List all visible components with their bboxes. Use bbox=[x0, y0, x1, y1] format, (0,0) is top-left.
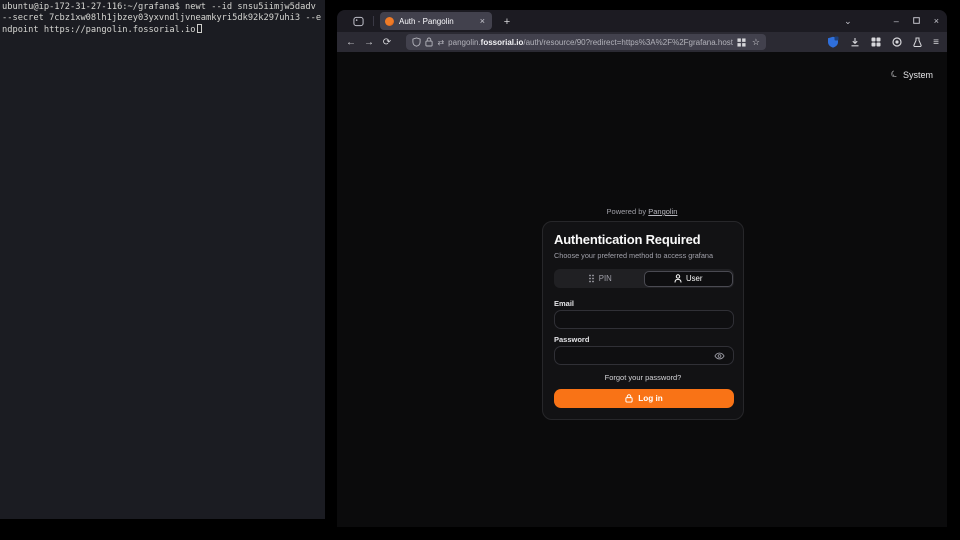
blue-shield-extension-icon[interactable] bbox=[827, 36, 839, 48]
theme-toggle-label: System bbox=[903, 70, 933, 80]
terminal-line: ubuntu@ip-172-31-27-116:~/grafana$ newt … bbox=[0, 2, 325, 13]
tab-auth-pangolin[interactable]: Auth - Pangolin × bbox=[380, 12, 492, 30]
new-tab-button[interactable]: + bbox=[499, 14, 515, 29]
extensions-icon[interactable] bbox=[871, 37, 881, 47]
back-button[interactable]: ← bbox=[342, 37, 360, 48]
terminal-line: ndpoint https://pangolin.fossorial.io bbox=[0, 24, 325, 36]
maximize-button[interactable] bbox=[913, 16, 920, 26]
navigation-toolbar: ← → ⟳ ⇄ pangolin.fossorial.io/auth/resou… bbox=[337, 32, 947, 52]
address-bar[interactable]: ⇄ pangolin.fossorial.io/auth/resource/90… bbox=[406, 34, 766, 50]
moon-icon: ☾ bbox=[889, 68, 901, 81]
tab-user[interactable]: User bbox=[644, 271, 733, 287]
email-input[interactable] bbox=[554, 310, 734, 329]
tab-strip: Auth - Pangolin × + ⌄ – × bbox=[337, 10, 947, 32]
tab-close-icon[interactable]: × bbox=[478, 16, 487, 26]
list-all-tabs-icon[interactable]: ⌄ bbox=[844, 16, 852, 27]
user-icon bbox=[674, 274, 682, 283]
lock-icon bbox=[625, 394, 633, 403]
bookmark-star-icon[interactable]: ☆ bbox=[752, 37, 760, 48]
email-label: Email bbox=[554, 299, 574, 308]
window-controls: ⌄ – × bbox=[844, 12, 939, 30]
forward-button[interactable]: → bbox=[360, 37, 378, 48]
powered-by: Powered by Pangolin bbox=[337, 207, 947, 216]
terminal-line: --secret 7cbz1xw08lh1jbzey03yxvndljvneam… bbox=[0, 13, 325, 24]
minimize-button[interactable]: – bbox=[894, 16, 899, 26]
containers-grid-icon[interactable] bbox=[737, 38, 746, 47]
swap-page-action-icon[interactable]: ⇄ bbox=[437, 38, 444, 47]
pangolin-link[interactable]: Pangolin bbox=[648, 207, 677, 216]
eye-icon[interactable] bbox=[714, 352, 725, 360]
theme-toggle[interactable]: ☾ System bbox=[891, 69, 933, 80]
tab-title: Auth - Pangolin bbox=[399, 17, 478, 26]
circle-extension-icon[interactable] bbox=[892, 37, 902, 47]
terminal-cursor bbox=[197, 24, 202, 33]
toolbar-extensions-area: ≡ bbox=[827, 36, 939, 48]
menu-hamburger-icon[interactable]: ≡ bbox=[933, 37, 939, 48]
page-content: ☾ System Powered by Pangolin Authenticat… bbox=[337, 52, 947, 527]
tracking-protection-shield-icon[interactable] bbox=[412, 37, 421, 47]
password-input[interactable] bbox=[554, 346, 734, 365]
url-text: pangolin.fossorial.io/auth/resource/90?r… bbox=[448, 38, 733, 47]
forgot-password-link[interactable]: Forgot your password? bbox=[543, 373, 743, 382]
reload-button[interactable]: ⟳ bbox=[378, 37, 396, 48]
password-label: Password bbox=[554, 335, 589, 344]
card-title: Authentication Required bbox=[554, 232, 700, 247]
login-button[interactable]: Log in bbox=[554, 389, 734, 408]
browser-window: Auth - Pangolin × + ⌄ – × ← → ⟳ ⇄ pangol… bbox=[337, 10, 947, 527]
auth-method-tabs: PIN User bbox=[554, 269, 734, 288]
close-window-button[interactable]: × bbox=[934, 16, 939, 26]
card-subtitle: Choose your preferred method to access g… bbox=[554, 251, 713, 260]
keypad-icon bbox=[588, 274, 595, 283]
auth-card: Authentication Required Choose your pref… bbox=[542, 221, 744, 420]
padlock-icon[interactable] bbox=[425, 37, 433, 47]
tab-separator bbox=[373, 16, 374, 26]
pangolin-favicon-icon bbox=[385, 17, 394, 26]
download-icon[interactable] bbox=[850, 37, 860, 47]
tab-pin[interactable]: PIN bbox=[556, 271, 645, 287]
terminal-window[interactable]: ubuntu@ip-172-31-27-116:~/grafana$ newt … bbox=[0, 0, 325, 519]
firefox-view-icon[interactable] bbox=[349, 13, 367, 29]
flask-extension-icon[interactable] bbox=[913, 37, 922, 47]
